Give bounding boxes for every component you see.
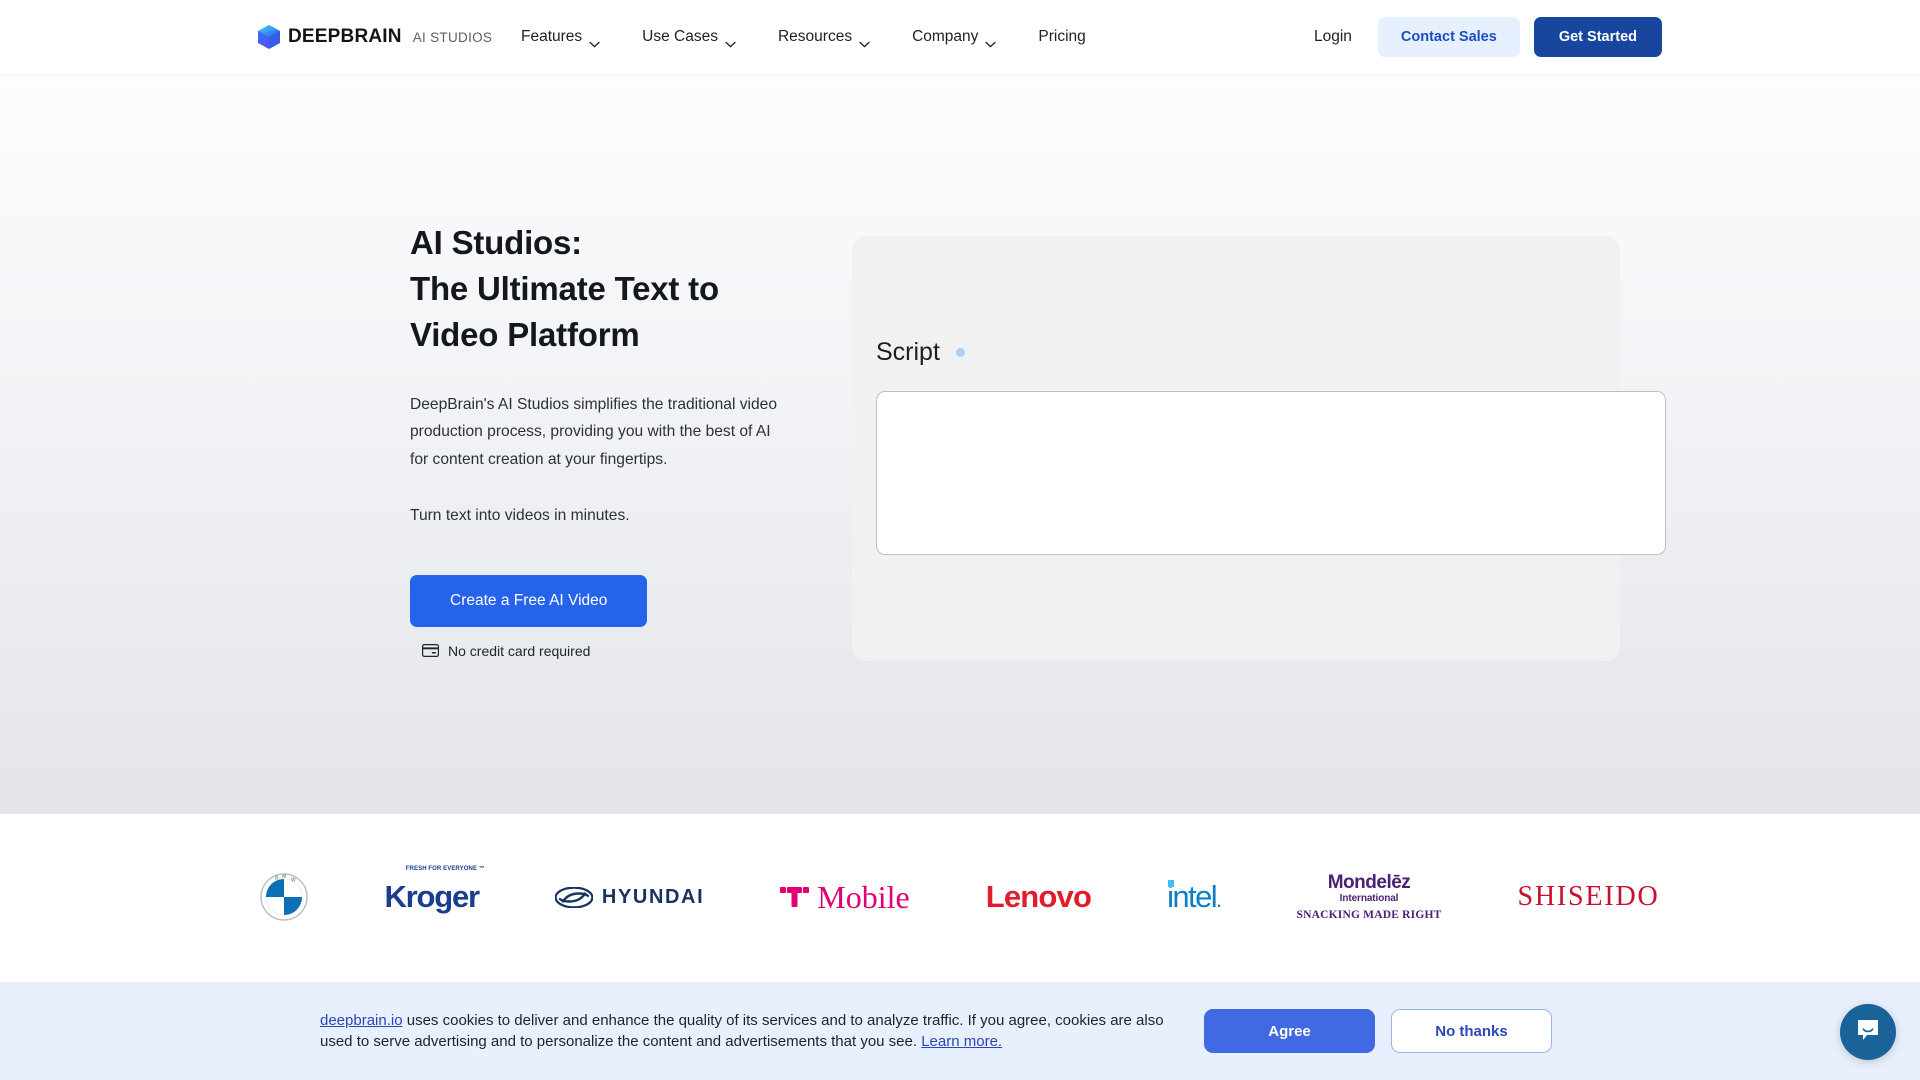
brand-logo-subtitle: AI STUDIOS [412, 29, 493, 45]
nav-item-pricing[interactable]: Pricing [1017, 20, 1106, 54]
hero-title-line-3: Video Platform [410, 316, 640, 354]
script-panel-header: Script [876, 338, 965, 367]
customer-logo-strip: B M W FRESH FOR EVERYONE ™ Kroger HYUNDA… [0, 814, 1920, 980]
svg-text:B: B [275, 876, 279, 882]
nav-item-company[interactable]: Company [891, 20, 1017, 54]
cookie-consent-banner: deepbrain.io uses cookies to deliver and… [0, 982, 1920, 1080]
primary-nav-links: Features Use Cases Resources Company Pri… [500, 20, 1107, 54]
kroger-tagline: FRESH FOR EVERYONE ™ [405, 866, 485, 872]
logo-mondelez: Mondelēz International SNACKING MADE RIG… [1297, 862, 1442, 932]
nav-item-use-cases[interactable]: Use Cases [621, 20, 757, 54]
kroger-logo-wordmark: FRESH FOR EVERYONE ™ Kroger [384, 866, 484, 915]
logo-hyundai: HYUNDAI [554, 862, 705, 932]
chevron-down-icon [859, 35, 870, 47]
hero-section: AI Studios: The Ultimate Text to Video P… [0, 74, 1920, 814]
hero-title-line-1: AI Studios: [410, 224, 582, 261]
logo-lenovo: Lenovo [985, 862, 1092, 932]
hero-title-line-2: The Ultimate Text to [410, 270, 719, 308]
cookie-banner-text: deepbrain.io uses cookies to deliver and… [320, 1010, 1190, 1053]
brand-logo-word: DEEPBRAIN [288, 26, 402, 47]
learn-more-link[interactable]: Learn more. [921, 1033, 1002, 1050]
agree-button[interactable]: Agree [1204, 1009, 1375, 1053]
deepbrain-cube-icon [258, 25, 280, 49]
no-credit-card-note: No credit card required [410, 643, 810, 659]
mondelez-logo-label: Mondelēz [1327, 871, 1411, 893]
page-title: AI Studios: The Ultimate Text to Video P… [410, 220, 810, 359]
intel-logo-label: intel. [1167, 879, 1222, 914]
login-link[interactable]: Login [1302, 22, 1364, 52]
tmobile-t-icon [780, 887, 810, 907]
chevron-down-icon [589, 35, 600, 47]
logo-bmw: B M W [260, 862, 309, 932]
chat-launcher-button[interactable] [1840, 1004, 1896, 1060]
chat-bubble-icon [1854, 1016, 1882, 1049]
deepbrain-domain-link[interactable]: deepbrain.io [320, 1012, 403, 1029]
no-thanks-button[interactable]: No thanks [1391, 1009, 1552, 1053]
script-panel: Script [852, 236, 1666, 661]
bmw-logo-icon: B M W [260, 873, 309, 921]
nav-item-features[interactable]: Features [500, 20, 621, 54]
cookie-banner-actions: Agree No thanks [1204, 1009, 1552, 1053]
svg-text:M: M [282, 874, 286, 880]
logo-intel: intel. [1167, 862, 1222, 932]
nav-actions: Login Contact Sales Get Started [1302, 17, 1662, 57]
script-input[interactable] [876, 391, 1666, 555]
contact-sales-button[interactable]: Contact Sales [1377, 17, 1520, 57]
logo-tmobile: Mobile [780, 862, 910, 932]
top-navigation-bar: DEEPBRAIN AI STUDIOS Features Use Cases … [0, 0, 1920, 74]
tmobile-logo-label: Mobile [817, 879, 910, 915]
hero-description-secondary: Turn text into videos in minutes. [410, 506, 630, 524]
chevron-down-icon [985, 35, 997, 47]
logo-shiseido: SHISEIDO [1518, 862, 1660, 932]
script-label: Script [876, 338, 940, 366]
svg-text:W: W [291, 878, 296, 884]
nav-item-pricing-label: Pricing [1038, 28, 1086, 45]
lenovo-logo-label: Lenovo [985, 879, 1092, 914]
nav-item-resources-label: Resources [777, 28, 853, 45]
mondelez-tagline: SNACKING MADE RIGHT [1296, 909, 1442, 922]
status-dot-icon [955, 348, 965, 357]
nav-item-use-cases-label: Use Cases [642, 28, 718, 45]
kroger-logo-label: Kroger [384, 879, 480, 914]
hero-copy-column: AI Studios: The Ultimate Text to Video P… [410, 220, 810, 659]
nav-item-features-label: Features [521, 28, 583, 45]
brand-logo[interactable]: DEEPBRAIN AI STUDIOS [258, 25, 492, 49]
mondelez-international-label: International [1339, 892, 1399, 904]
create-free-ai-video-button[interactable]: Create a Free AI Video [410, 574, 648, 627]
get-started-button[interactable]: Get Started [1533, 17, 1662, 57]
nav-item-resources[interactable]: Resources [757, 20, 891, 54]
shiseido-logo-label: SHISEIDO [1517, 881, 1660, 912]
credit-card-icon [422, 644, 439, 658]
no-credit-card-label: No credit card required [448, 642, 591, 659]
logo-kroger: FRESH FOR EVERYONE ™ Kroger [384, 862, 484, 932]
hyundai-emblem-icon [554, 886, 593, 908]
intel-accent-bar-icon [1168, 880, 1175, 887]
chevron-down-icon [725, 35, 736, 47]
hero-description: DeepBrain's AI Studios simplifies the tr… [410, 395, 778, 469]
hyundai-logo-label: HYUNDAI [601, 885, 705, 908]
cookie-banner-body: uses cookies to deliver and enhance the … [320, 1011, 1164, 1050]
nav-item-company-label: Company [912, 28, 979, 45]
